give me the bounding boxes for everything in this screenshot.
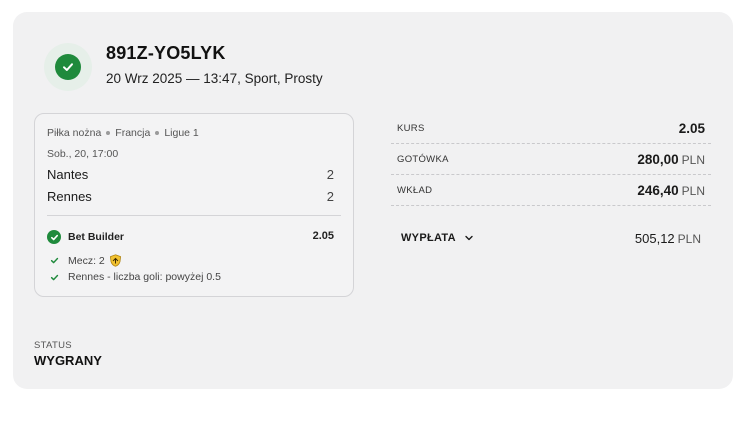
selection-label: Mecz: 2 [68,254,105,267]
score-home: 2 [326,167,334,182]
team-home: Nantes [47,167,89,182]
divider [47,215,341,216]
odds-value: 2.05 [678,120,705,136]
status-label: STATUS [34,340,72,351]
breadcrumb-country: Francja [115,127,151,139]
payout-toggle[interactable]: WYPŁATA [401,232,474,244]
currency-label: PLN [681,152,705,167]
selection-item: Mecz: 2 [47,254,122,267]
payout-label: WYPŁATA [401,232,456,244]
selection-label: Rennes - liczba goli: powyżej 0.5 [68,271,221,283]
event-card: Piłka nożna Francja Ligue 1 Sob., 20, 17… [34,113,354,297]
breadcrumb-sport: Piłka nożna [47,127,102,139]
stake-label: WKŁAD [397,184,433,196]
breadcrumb-league: Ligue 1 [164,127,199,139]
check-circle-icon [47,230,61,244]
currency-label: PLN [677,231,701,246]
odds-row: KURS 2.05 [391,113,711,144]
shield-badge-icon [109,254,122,267]
check-icon [47,256,61,265]
cash-value: 280,00 [637,151,679,167]
stake-value: 246,40 [637,182,679,198]
breadcrumb-separator [155,131,160,135]
cash-row: GOTÓWKA 280,00 PLN [391,144,711,175]
won-status-icon [44,43,92,91]
selection-item: Rennes - liczba goli: powyżej 0.5 [47,271,221,283]
bet-builder-odds: 2.05 [312,230,334,242]
score-away: 2 [326,189,334,204]
bet-builder-label: Bet Builder [68,231,125,243]
status-value: WYGRANY [34,353,102,368]
event-time: Sob., 20, 17:00 [47,148,119,160]
payout-row: WYPŁATA 505,12 PLN [401,228,701,248]
bet-builder-row: Bet Builder [47,230,124,244]
payout-value: 505,12 [634,230,675,246]
ticket-id: 891Z-YO5LYK [106,43,226,63]
check-icon [47,273,61,282]
stake-row: WKŁAD 246,40 PLN [391,175,711,206]
odds-label: KURS [397,122,425,134]
breadcrumb-separator [106,131,111,135]
team-away: Rennes [47,189,92,204]
event-breadcrumb: Piłka nożna Francja Ligue 1 [47,127,199,139]
ticket-meta: 20 Wrz 2025 — 13:47, Sport, Prosty [106,71,323,86]
chevron-down-icon [465,235,473,241]
currency-label: PLN [681,183,705,198]
cash-label: GOTÓWKA [397,153,449,165]
